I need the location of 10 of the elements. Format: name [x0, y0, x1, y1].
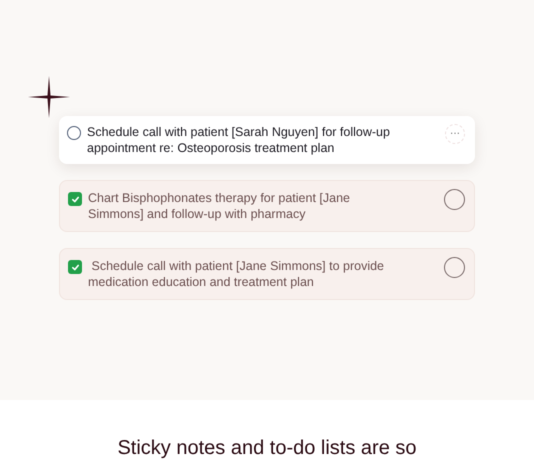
- check-icon: [70, 194, 80, 204]
- task-text: Schedule call with patient [Sarah Nguyen] for follow-up appointment re: Osteoporosis treatment plan: [87, 124, 391, 156]
- check-icon: [70, 262, 80, 272]
- task-text: Schedule call with patient [Jane Simmons] to provide medication education and treatment plan: [88, 258, 386, 290]
- task-text: Chart Bisphophonates therapy for patient [Jane Simmons] and follow-up with pharmacy: [88, 190, 351, 222]
- checkbox[interactable]: [68, 260, 82, 274]
- checkbox[interactable]: [67, 126, 81, 140]
- heading: Sticky notes and to-do lists are so: [117, 436, 417, 460]
- more-button[interactable]: ···: [445, 124, 465, 144]
- checkbox[interactable]: [68, 192, 82, 206]
